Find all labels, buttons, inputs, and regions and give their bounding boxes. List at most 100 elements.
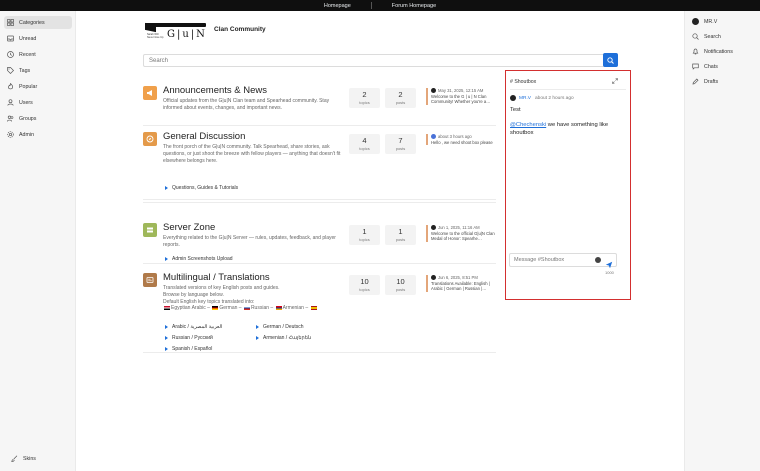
site-name: Clan Community <box>214 25 266 33</box>
emoji-icon[interactable] <box>595 257 601 263</box>
rightnav-item-label: Notifications <box>704 48 733 55</box>
search-icon <box>607 56 614 64</box>
posts-count: 2 posts <box>385 88 416 108</box>
subcategory-link[interactable]: Admin Screenshots Upload <box>165 256 233 262</box>
forum-homepage-link[interactable]: Forum Homepage <box>386 3 442 9</box>
categories-icon <box>7 19 14 26</box>
sidebar-item-label: Categories <box>19 19 45 26</box>
category-title[interactable]: Multilingual / Translations <box>163 272 270 283</box>
left-sidebar: Categories Unread Recent Tags Popular Us… <box>0 11 76 471</box>
message-header: MR.V about 2 hours ago <box>510 95 574 101</box>
sidebar-item-label: Skins <box>23 455 36 462</box>
search-icon <box>692 33 699 40</box>
germany-flag-icon <box>212 306 219 311</box>
sidebar-item-users[interactable]: Users <box>4 96 72 109</box>
message-user[interactable]: MR.V <box>519 96 531 101</box>
message-text: Test <box>510 107 521 113</box>
category-announcements: Announcements & News Official updates fr… <box>143 85 498 126</box>
category-description: The front porch of the G|u|N community. … <box>163 144 341 164</box>
teaser-text: Translations Available: English | Arabic… <box>431 281 490 292</box>
subcategory-link[interactable]: Arabic / العربية المصرية <box>165 324 222 330</box>
sidebar-item-groups[interactable]: Groups <box>4 112 72 125</box>
spain-flag-icon <box>310 306 317 311</box>
topics-count: 4 topics <box>349 134 380 154</box>
homepage-link[interactable]: Homepage <box>318 3 357 9</box>
latest-post-teaser[interactable]: about 3 hours ago Hello , we need shoot … <box>426 134 498 146</box>
rightnav-item-notifications[interactable]: Notifications <box>689 45 757 58</box>
teaser-time: Jun 1, 2025, 11:16 AM <box>438 225 480 230</box>
chat-icon <box>692 63 699 70</box>
user-menu[interactable]: MR.V <box>689 15 757 28</box>
armenia-flag-icon <box>275 306 282 311</box>
avatar <box>510 95 516 101</box>
top-bar: Homepage Forum Homepage <box>0 0 760 11</box>
category-multilingual: Multilingual / Translations Translated v… <box>143 263 496 353</box>
server-icon <box>143 223 157 237</box>
sidebar-item-skins[interactable]: Skins <box>8 452 36 465</box>
subcategory-link[interactable]: Questions, Guides & Tutorials <box>165 185 238 191</box>
user-mention[interactable]: @Chechenski <box>510 122 546 128</box>
avatar <box>431 275 436 280</box>
sidebar-item-recent[interactable]: Recent <box>4 48 72 61</box>
topics-count: 10 topics <box>349 275 380 295</box>
latest-post-teaser[interactable]: Jun 1, 2025, 11:16 AM Welcome to the off… <box>426 225 498 242</box>
sidebar-item-unread[interactable]: Unread <box>4 32 72 45</box>
gear-icon <box>7 131 14 138</box>
rightnav-item-drafts[interactable]: Drafts <box>689 75 757 88</box>
category-title[interactable]: General Discussion <box>163 131 245 142</box>
inbox-icon <box>7 35 14 42</box>
rightnav-item-chats[interactable]: Chats <box>689 60 757 73</box>
sidebar-item-tags[interactable]: Tags <box>4 64 72 77</box>
brand[interactable]: Sarah Will Never Give Up G|u|N Clan Comm… <box>145 20 266 42</box>
avatar <box>431 225 436 230</box>
rifle-stock-graphic <box>145 22 156 33</box>
latest-post-teaser[interactable]: May 31, 2025, 12:15 AM Welcome to the G … <box>426 88 498 105</box>
sidebar-item-label: Admin <box>19 131 35 138</box>
compass-icon <box>143 132 157 146</box>
right-sidebar: MR.V Search Notifications Chats Drafts <box>684 11 760 471</box>
sidebar-item-admin[interactable]: Admin <box>4 128 72 141</box>
expand-icon[interactable] <box>612 78 618 86</box>
rightnav-item-label: Search <box>704 33 721 40</box>
clock-icon <box>7 51 14 58</box>
translate-icon <box>143 273 157 287</box>
clan-logo: Sarah Will Never Give Up G|u|N <box>145 20 208 42</box>
latest-post-teaser[interactable]: Jun 6, 2025, 8:51 PM Translations Availa… <box>426 275 498 292</box>
user-icon <box>7 99 14 106</box>
brush-icon <box>11 455 18 462</box>
category-title[interactable]: Announcements & News <box>163 85 267 96</box>
message-time: about 2 hours ago <box>535 95 574 101</box>
subcategory-link[interactable]: Spanish / Español <box>165 346 212 352</box>
shoutbox-title: # Shoutbox <box>510 79 537 85</box>
sidebar-item-categories[interactable]: Categories <box>4 16 72 29</box>
search-input[interactable]: Search <box>143 54 616 67</box>
category-description: Translated versions of key English posts… <box>163 285 341 312</box>
category-title[interactable]: Server Zone <box>163 222 215 233</box>
divider <box>370 2 372 9</box>
subcategory-link[interactable]: Armenian / Հայերեն <box>256 335 311 341</box>
tag-icon <box>7 67 14 74</box>
rightnav-item-label: Drafts <box>704 78 719 85</box>
send-icon[interactable] <box>605 256 613 269</box>
teaser-text: Welcome to the official G|u|N Clan Medal… <box>431 231 495 242</box>
teaser-text: Hello , we need shoot box please <box>431 140 493 145</box>
subcategory-link[interactable]: German / Deutsch <box>256 324 304 330</box>
rightnav-item-search[interactable]: Search <box>689 30 757 43</box>
bell-icon <box>692 48 699 55</box>
topics-count: 2 topics <box>349 88 380 108</box>
category-server-zone: Server Zone Everything related to the G|… <box>143 202 496 264</box>
posts-count: 7 posts <box>385 134 416 154</box>
message-text: @Chechenski we have something like shout… <box>510 122 609 136</box>
posts-count: 10 posts <box>385 275 416 295</box>
username: MR.V <box>704 18 718 25</box>
category-description: Everything related to the G|u|N Server —… <box>163 235 336 248</box>
teaser-time: May 31, 2025, 12:15 AM <box>438 88 484 93</box>
sidebar-item-label: Popular <box>19 83 38 90</box>
character-limit: 1000 <box>605 270 614 275</box>
subcategory-link[interactable]: Russian / Русский <box>165 335 213 341</box>
edit-icon <box>692 78 699 85</box>
megaphone-icon <box>143 86 157 100</box>
topics-count: 1 topics <box>349 225 380 245</box>
sidebar-item-popular[interactable]: Popular <box>4 80 72 93</box>
search-button[interactable] <box>603 53 618 67</box>
